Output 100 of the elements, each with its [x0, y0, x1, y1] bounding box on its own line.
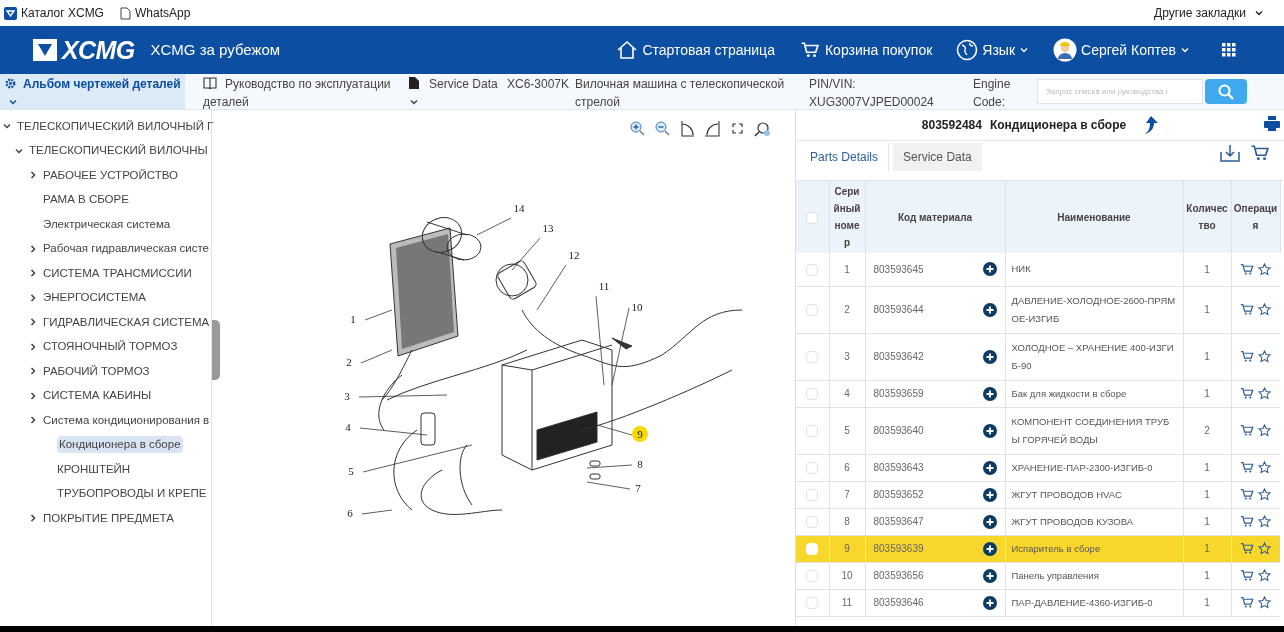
star-icon[interactable]: [1258, 424, 1272, 437]
tree-item[interactable]: ЭНЕРГОСИСТЕМА: [43, 289, 146, 307]
checkbox[interactable]: [806, 489, 819, 502]
callout-number[interactable]: 13: [540, 220, 556, 236]
nav-link[interactable]: Сергей Коптев: [1053, 38, 1190, 62]
checkbox[interactable]: [806, 351, 819, 364]
cart-icon[interactable]: [1240, 350, 1255, 363]
tree-item[interactable]: РАМА В СБОРЕ: [43, 191, 129, 209]
cart-icon[interactable]: [1240, 303, 1255, 316]
table-row[interactable]: 5 803593640 КОМПОНЕНТ СОЕДИНЕНИЯ ТРУБЫ ГОРЯЧЕЙ ВОДЫ 2: [796, 407, 1280, 454]
table-row[interactable]: 4 803593659 Бак для жидкости в сборе 1: [796, 380, 1280, 407]
checkbox[interactable]: [806, 570, 819, 583]
download-icon[interactable]: [1220, 144, 1240, 162]
cart-icon[interactable]: [1240, 262, 1255, 276]
table-row[interactable]: 11 803593646 ПАР-ДАВЛЕНИЕ-4360-ИЗГИБ-0 1: [796, 589, 1280, 616]
add-icon[interactable]: [982, 541, 997, 556]
chevron-right-icon[interactable]: [28, 268, 38, 279]
manual-link[interactable]: Руководство по эксплуатации деталей: [185, 74, 395, 109]
tree-item[interactable]: ПОКРЫТИЕ ПРЕДМЕТА: [43, 509, 174, 527]
table-row[interactable]: 7 803593652 ЖГУТ ПРОВОДОВ HVAC 1: [796, 481, 1280, 508]
tree-item[interactable]: Система кондиционирования в: [43, 411, 210, 429]
rotate-left-icon[interactable]: [679, 120, 696, 137]
nav-link[interactable]: Стартовая страница: [616, 39, 775, 61]
add-icon[interactable]: [982, 568, 997, 583]
star-icon[interactable]: [1258, 461, 1272, 474]
search-button[interactable]: [1205, 79, 1247, 104]
callout-number[interactable]: 9: [632, 426, 648, 442]
printer-icon[interactable]: [1264, 116, 1280, 131]
tree-item[interactable]: Рабочая гидравлическая систе: [43, 240, 210, 258]
fullscreen-icon[interactable]: [729, 120, 746, 137]
star-icon[interactable]: [1258, 569, 1272, 582]
tree-item[interactable]: КРОНШТЕЙН: [57, 460, 131, 478]
callout-number[interactable]: 8: [632, 456, 648, 472]
tree-item[interactable]: ТЕЛЕСКОПИЧЕСКИЙ ВИЛОЧНЫ: [29, 142, 208, 160]
add-icon[interactable]: [982, 262, 997, 277]
checkbox[interactable]: [806, 211, 819, 224]
table-row[interactable]: 9 803593639 Испаритель в сборе 1: [796, 535, 1280, 562]
chevron-right-icon[interactable]: [28, 170, 38, 181]
checkbox[interactable]: [806, 264, 819, 277]
tree-item[interactable]: РАБОЧИЙ ТОРМОЗ: [43, 362, 150, 380]
star-icon[interactable]: [1258, 542, 1272, 555]
cart-icon[interactable]: [1240, 596, 1255, 609]
bookmarks-folder[interactable]: Другие закладки: [1154, 4, 1264, 22]
cart-icon[interactable]: [1250, 144, 1270, 162]
cart-icon[interactable]: [1240, 461, 1255, 474]
cart-icon[interactable]: [1240, 569, 1255, 582]
star-icon[interactable]: [1258, 303, 1272, 316]
add-icon[interactable]: [982, 595, 997, 610]
nav-link[interactable]: Язык: [956, 39, 1029, 61]
add-icon[interactable]: [982, 487, 997, 502]
add-icon[interactable]: [982, 349, 997, 364]
tree-item[interactable]: Кондиционера в сборе: [57, 436, 183, 454]
table-row[interactable]: 3 803593642 ХОЛОДНОЕ – ХРАНЕНИЕ 400-ИЗГИБ-90 1: [796, 333, 1280, 380]
table-row[interactable]: 6 803593643 ХРАНЕНИЕ-ПАР-2300-ИЗГИБ-0 1: [796, 454, 1280, 481]
chevron-right-icon[interactable]: [28, 415, 38, 426]
apps-grid-icon[interactable]: [1222, 43, 1236, 57]
chevron-right-icon[interactable]: [28, 341, 38, 352]
chevron-right-icon[interactable]: [28, 292, 38, 303]
chevron-right-icon[interactable]: [28, 366, 38, 377]
checkbox[interactable]: [806, 388, 819, 401]
service-data-menu[interactable]: Service Data: [395, 74, 507, 109]
tree-item[interactable]: Электрическая система: [43, 215, 171, 233]
add-icon[interactable]: [982, 386, 997, 401]
cart-icon[interactable]: [1240, 515, 1255, 528]
star-icon[interactable]: [1258, 350, 1272, 363]
callout-number[interactable]: 10: [629, 299, 645, 315]
table-row[interactable]: 10 803593656 Панель управления 1: [796, 562, 1280, 589]
nav-link[interactable]: Корзина покупок: [798, 39, 933, 61]
table-row[interactable]: 2 803593644 ДАВЛЕНИЕ-ХОЛОДНОЕ-2600-ПРЯМОЕ-ИЗГИБ 1: [796, 286, 1280, 333]
table-row[interactable]: 8 803593647 ЖГУТ ПРОВОДОВ КУЗОВА 1: [796, 508, 1280, 535]
tree-item[interactable]: СИСТЕМА КАБИНЫ: [43, 387, 152, 405]
star-icon[interactable]: [1258, 596, 1272, 609]
zoom-out-icon[interactable]: [654, 120, 671, 137]
zoom-in-icon[interactable]: [629, 120, 646, 137]
callout-number[interactable]: 3: [339, 388, 355, 404]
chevron-right-icon[interactable]: [28, 243, 38, 254]
add-icon[interactable]: [982, 302, 997, 317]
checkbox[interactable]: [806, 462, 819, 475]
rotate-right-icon[interactable]: [704, 120, 721, 137]
callout-number[interactable]: 11: [596, 278, 612, 294]
tree-item[interactable]: ТЕЛЕСКОПИЧЕСКИЙ ВИЛОЧНЫЙ Г: [17, 117, 214, 135]
tree-item[interactable]: ГИДРАВЛИЧЕСКАЯ СИСТЕМА: [43, 313, 210, 331]
tree-item[interactable]: СИСТЕМА ТРАНСМИССИИ: [43, 264, 192, 282]
callout-number[interactable]: 6: [342, 505, 358, 521]
reset-view-icon[interactable]: [754, 120, 771, 137]
cart-icon[interactable]: [1240, 488, 1255, 501]
callout-number[interactable]: 12: [566, 247, 582, 263]
add-icon[interactable]: [982, 460, 997, 475]
chevron-right-icon[interactable]: [28, 513, 38, 524]
checkbox[interactable]: [806, 516, 819, 529]
add-icon[interactable]: [982, 514, 997, 529]
cart-icon[interactable]: [1240, 542, 1255, 555]
star-icon[interactable]: [1258, 387, 1272, 400]
album-menu[interactable]: Альбом чертежей деталей: [0, 74, 185, 109]
checkbox[interactable]: [806, 304, 819, 317]
cart-icon[interactable]: [1240, 387, 1255, 400]
checkbox[interactable]: [806, 597, 819, 610]
checkbox[interactable]: [806, 425, 819, 438]
callout-number[interactable]: 2: [341, 354, 357, 370]
tree-item[interactable]: РАБОЧЕЕ УСТРОЙСТВО: [43, 166, 178, 184]
